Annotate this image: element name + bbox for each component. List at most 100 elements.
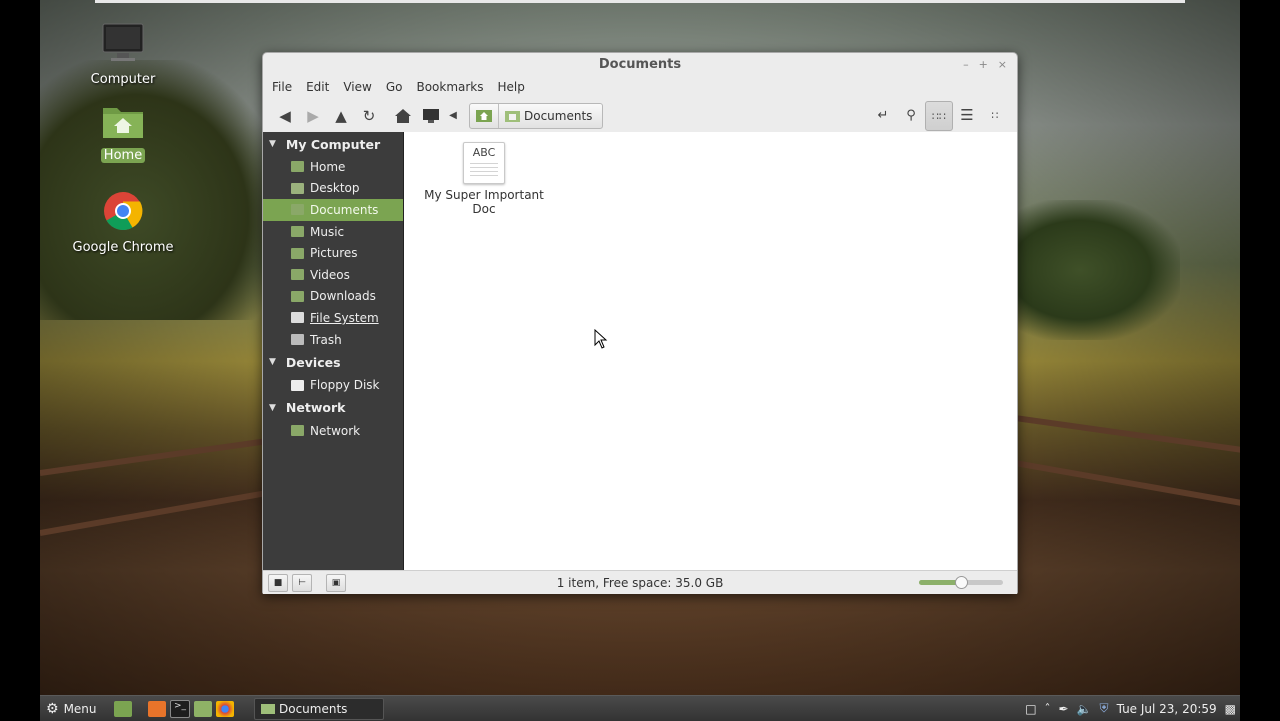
chrome-launcher[interactable] [216, 700, 234, 717]
file-manager-window: Documents – + × File Edit View Go Bookma… [262, 52, 1018, 594]
music-folder-icon [291, 226, 304, 238]
desktop-icon [291, 182, 304, 194]
show-desktop-launcher[interactable] [114, 700, 132, 717]
sidebar-item-videos[interactable]: Videos [263, 264, 403, 286]
sidebar-item-label: Trash [310, 332, 342, 347]
sidebar-section-title: My Computer [285, 136, 381, 152]
computer-button[interactable] [417, 102, 445, 130]
wallpaper-rail [40, 484, 297, 536]
file-view[interactable]: ABC My Super Important Doc [404, 132, 1017, 570]
desktop-icon-chrome[interactable]: Google Chrome [68, 190, 178, 255]
pictures-folder-icon [291, 247, 304, 259]
sidebar-item-floppy-disk[interactable]: Floppy Disk [263, 374, 403, 396]
desktop-icon-computer[interactable]: Computer [68, 22, 178, 87]
sidebar-item-downloads[interactable]: Downloads [263, 286, 403, 308]
home-folder-icon [291, 161, 304, 173]
expander-triangle-icon[interactable]: ▼ [269, 357, 276, 367]
breadcrumb-left-button[interactable]: ◀ [445, 102, 461, 130]
top-edge [95, 0, 1185, 3]
breadcrumb: Documents [469, 102, 604, 129]
file-item[interactable]: ABC My Super Important Doc [424, 142, 544, 216]
menu-go[interactable]: Go [386, 80, 403, 94]
status-text: 1 item, Free space: 35.0 GB [556, 575, 724, 590]
home-button[interactable] [389, 102, 417, 130]
folder-icon: ■ [273, 577, 283, 588]
arrow-up-icon: ▲ [335, 106, 347, 125]
location-toggle-button[interactable]: ↵ [869, 101, 897, 129]
sidebar-section-title: Devices [285, 354, 341, 370]
volume-icon[interactable]: 🔈 [1077, 702, 1092, 716]
sidebar-item-label: Home [310, 159, 346, 174]
removable-media-icon[interactable]: □ [1025, 702, 1036, 716]
sidebar-section-header[interactable]: ▼ Devices [263, 350, 403, 374]
sidebar-item-home[interactable]: Home [263, 156, 403, 178]
taskbar-window-documents[interactable]: Documents [254, 697, 384, 720]
expander-triangle-icon[interactable]: ▼ [269, 403, 276, 413]
breadcrumb-documents[interactable]: Documents [499, 104, 602, 128]
zoom-slider[interactable] [919, 576, 1003, 589]
sidebar-item-label: Pictures [310, 246, 358, 261]
icon-view-button[interactable]: ∷∷ [925, 101, 953, 131]
sidebar-section-header[interactable]: ▼ My Computer [263, 132, 403, 156]
documents-folder-icon [291, 204, 304, 216]
toggle-sidebar-button[interactable]: ▣ [326, 573, 346, 592]
tree-icon: ⊢ [298, 577, 306, 588]
menu-edit[interactable]: Edit [306, 80, 329, 94]
reload-button[interactable]: ↻ [355, 102, 383, 130]
task-label: Documents [279, 701, 348, 716]
compact-grid-icon: ∷ [991, 108, 999, 122]
maximize-button[interactable]: + [979, 53, 988, 76]
start-menu-button[interactable]: ⚙ Menu [40, 701, 106, 717]
clock[interactable]: Tue Jul 23, 20:59 [1117, 702, 1217, 716]
pen-icon[interactable]: ✒ [1059, 702, 1069, 716]
home-folder-icon [68, 102, 178, 144]
expander-triangle-icon[interactable]: ▼ [269, 139, 276, 149]
menu-view[interactable]: View [343, 80, 371, 94]
arrow-left-icon: ◀ [279, 106, 291, 125]
desktop-icon-label: Computer [90, 72, 156, 87]
title-bar[interactable]: Documents – + × [263, 53, 1017, 76]
sidebar-item-music[interactable]: Music [263, 221, 403, 243]
forward-button[interactable]: ▶ [299, 102, 327, 130]
terminal-launcher[interactable]: >_ [170, 699, 190, 718]
sidebar-item-trash[interactable]: Trash [263, 329, 403, 351]
files-launcher[interactable] [194, 700, 212, 717]
sidebar-item-label: Downloads [310, 289, 376, 304]
sidebar-section-title: Network [285, 400, 346, 416]
wallpaper-rail [1014, 415, 1240, 453]
sidebar-item-pictures[interactable]: Pictures [263, 242, 403, 264]
show-places-button[interactable]: ■ [268, 573, 288, 592]
show-treeview-button[interactable]: ⊢ [292, 573, 312, 592]
mouse-cursor-icon [594, 329, 608, 349]
sidebar-icon: ▣ [331, 577, 341, 588]
sidebar-item-label: Desktop [310, 181, 360, 196]
sidebar-item-network[interactable]: Network [263, 420, 403, 442]
compact-view-button[interactable]: ∷ [981, 101, 1009, 129]
chevron-up-icon[interactable]: ˆ [1045, 702, 1051, 716]
close-button[interactable]: × [998, 53, 1007, 76]
menu-help[interactable]: Help [498, 80, 525, 94]
list-view-button[interactable]: ☰ [953, 101, 981, 129]
firefox-launcher[interactable] [148, 700, 166, 717]
workspace-icon[interactable]: ▩ [1225, 702, 1236, 716]
home-folder-icon [476, 110, 492, 122]
search-button[interactable]: ⚲ [897, 101, 925, 129]
menu-bookmarks[interactable]: Bookmarks [416, 80, 483, 94]
breadcrumb-home[interactable] [470, 103, 499, 128]
sidebar-item-documents[interactable]: Documents [263, 199, 403, 221]
sidebar-item-label: Videos [310, 267, 350, 282]
downloads-folder-icon [291, 290, 304, 302]
menu-file[interactable]: File [272, 80, 292, 94]
back-button[interactable]: ◀ [271, 102, 299, 130]
shield-icon[interactable]: ⛨ [1100, 701, 1109, 716]
up-button[interactable]: ▲ [327, 102, 355, 130]
sidebar-item-desktop[interactable]: Desktop [263, 178, 403, 200]
home-icon [395, 108, 411, 123]
sidebar-item-file-system[interactable]: File System [263, 307, 403, 329]
zoom-slider-handle[interactable] [955, 576, 968, 589]
network-icon [291, 425, 304, 437]
minimize-button[interactable]: – [963, 53, 969, 76]
toolbar: ◀ ▶ ▲ ↻ ◀ Documents ↵ ⚲ ∷∷ ☰ ∷ [263, 98, 1017, 133]
desktop-icon-home[interactable]: Home [68, 102, 178, 163]
sidebar-section-header[interactable]: ▼ Network [263, 396, 403, 420]
